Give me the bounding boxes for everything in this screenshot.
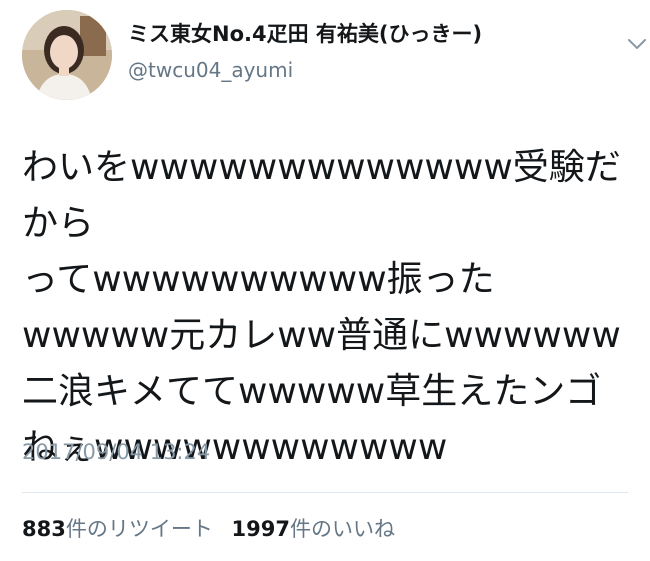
like-label: 件のいいね [289, 517, 395, 541]
username[interactable]: @twcu04_ayumi [128, 56, 598, 84]
divider [22, 492, 628, 493]
like-count: 1997 [231, 517, 290, 541]
retweet-count: 883 [22, 517, 66, 541]
display-name[interactable]: ミス東女No.4疋田 有祐美(ひっきー) [128, 20, 598, 48]
chevron-down-icon[interactable] [626, 36, 648, 52]
tweet-card: ミス東女No.4疋田 有祐美(ひっきー) @twcu04_ayumi わいをww… [0, 0, 650, 561]
retweet-label: 件のリツイート [65, 517, 213, 541]
author-info: ミス東女No.4疋田 有祐美(ひっきー) @twcu04_ayumi [128, 20, 598, 84]
tweet-stats: 883件のリツイート 1997件のいいね [22, 515, 407, 543]
tweet-header: ミス東女No.4疋田 有祐美(ひっきー) @twcu04_ayumi [22, 10, 646, 102]
avatar[interactable] [22, 10, 112, 100]
tweet-text: わいをwwwwwwwwwwwww受験だから ってwwwwwwwwww振った ww… [22, 147, 621, 468]
like-stat[interactable]: 1997件のいいね [232, 515, 395, 543]
tweet-timestamp[interactable]: 2017/09/04 13:24 [22, 438, 210, 466]
retweet-stat[interactable]: 883件のリツイート [22, 515, 213, 543]
profile-photo-icon [22, 10, 112, 100]
